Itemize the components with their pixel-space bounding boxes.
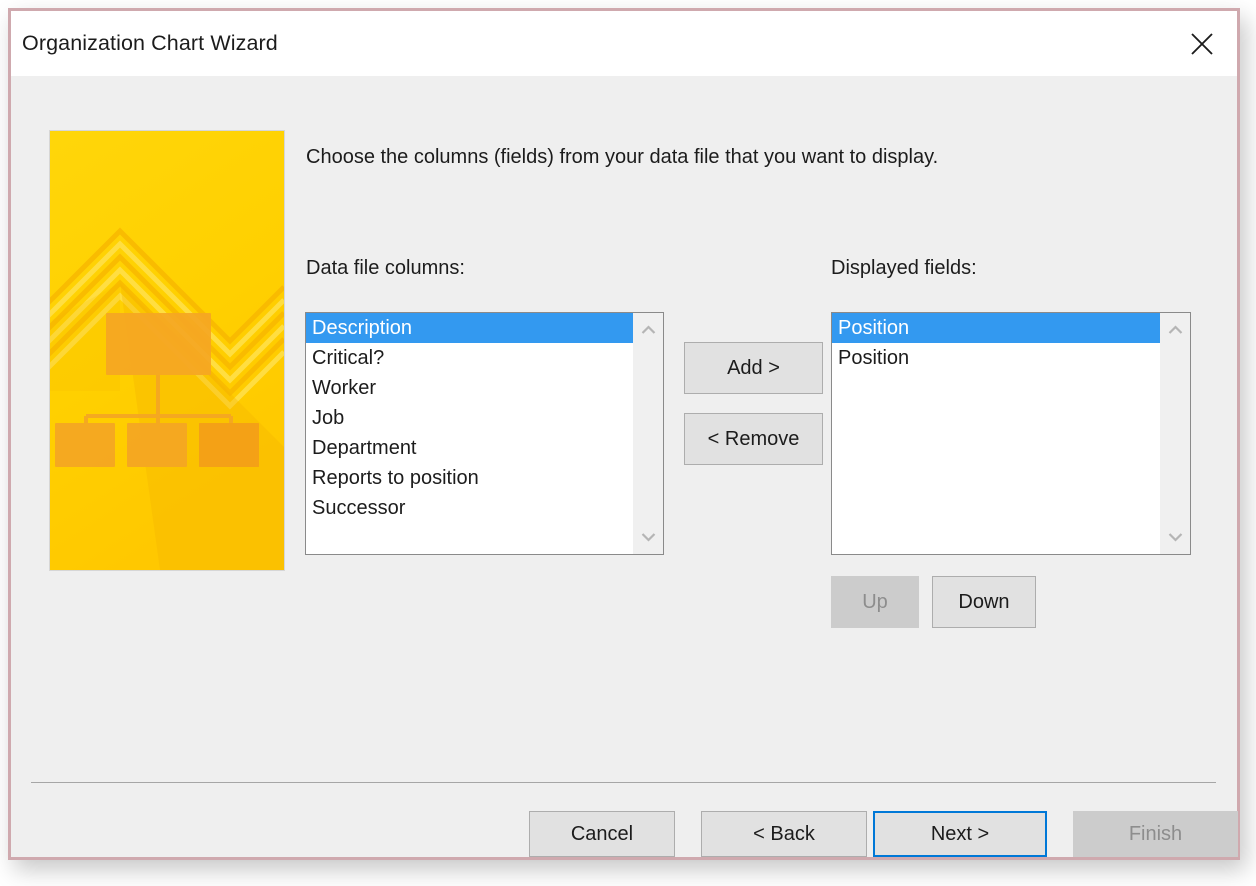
organization-chart-wizard-dialog: Organization Chart Wizard Choose the col… — [8, 8, 1240, 860]
list-item[interactable]: Position — [832, 343, 1160, 373]
data-file-columns-list[interactable]: Description Critical? Worker Job Departm… — [306, 313, 633, 554]
list-item[interactable]: Position — [832, 313, 1160, 343]
scroll-up-button[interactable] — [633, 317, 663, 343]
next-button[interactable]: Next > — [873, 811, 1047, 857]
list-item[interactable]: Successor — [306, 493, 633, 523]
wizard-illustration — [49, 130, 285, 571]
list-item[interactable]: Reports to position — [306, 463, 633, 493]
chevron-up-icon — [1168, 325, 1183, 335]
finish-button[interactable]: Finish — [1073, 811, 1238, 857]
cancel-button[interactable]: Cancel — [529, 811, 675, 857]
title-bar: Organization Chart Wizard — [11, 11, 1237, 76]
displayed-fields-listbox[interactable]: Position Position — [831, 312, 1191, 555]
screenshot-root: Organization Chart Wizard Choose the col… — [0, 0, 1256, 886]
chevron-down-icon — [1168, 532, 1183, 542]
list-item[interactable]: Department — [306, 433, 633, 463]
move-up-button[interactable]: Up — [831, 576, 919, 628]
close-button[interactable] — [1173, 11, 1231, 76]
scroll-down-button[interactable] — [633, 524, 663, 550]
scroll-up-button[interactable] — [1160, 317, 1190, 343]
right-list-scrollbar[interactable] — [1160, 313, 1190, 554]
list-item[interactable]: Critical? — [306, 343, 633, 373]
chevron-up-icon — [641, 325, 656, 335]
data-file-columns-listbox[interactable]: Description Critical? Worker Job Departm… — [305, 312, 664, 555]
list-item[interactable]: Description — [306, 313, 633, 343]
list-item[interactable]: Job — [306, 403, 633, 433]
org-chart-graphic — [50, 131, 284, 570]
add-button[interactable]: Add > — [684, 342, 823, 394]
back-button[interactable]: < Back — [701, 811, 867, 857]
dialog-body: Choose the columns (fields) from your da… — [11, 76, 1238, 857]
chevron-down-icon — [641, 532, 656, 542]
list-item[interactable]: Worker — [306, 373, 633, 403]
scroll-down-button[interactable] — [1160, 524, 1190, 550]
displayed-fields-list[interactable]: Position Position — [832, 313, 1160, 554]
close-icon — [1189, 31, 1215, 57]
left-list-scrollbar[interactable] — [633, 313, 663, 554]
window-title: Organization Chart Wizard — [22, 31, 278, 55]
data-file-columns-label: Data file columns: — [306, 257, 465, 279]
instruction-text: Choose the columns (fields) from your da… — [306, 146, 939, 168]
remove-button[interactable]: < Remove — [684, 413, 823, 465]
footer-divider — [31, 782, 1216, 783]
move-down-button[interactable]: Down — [932, 576, 1036, 628]
displayed-fields-label: Displayed fields: — [831, 257, 977, 279]
